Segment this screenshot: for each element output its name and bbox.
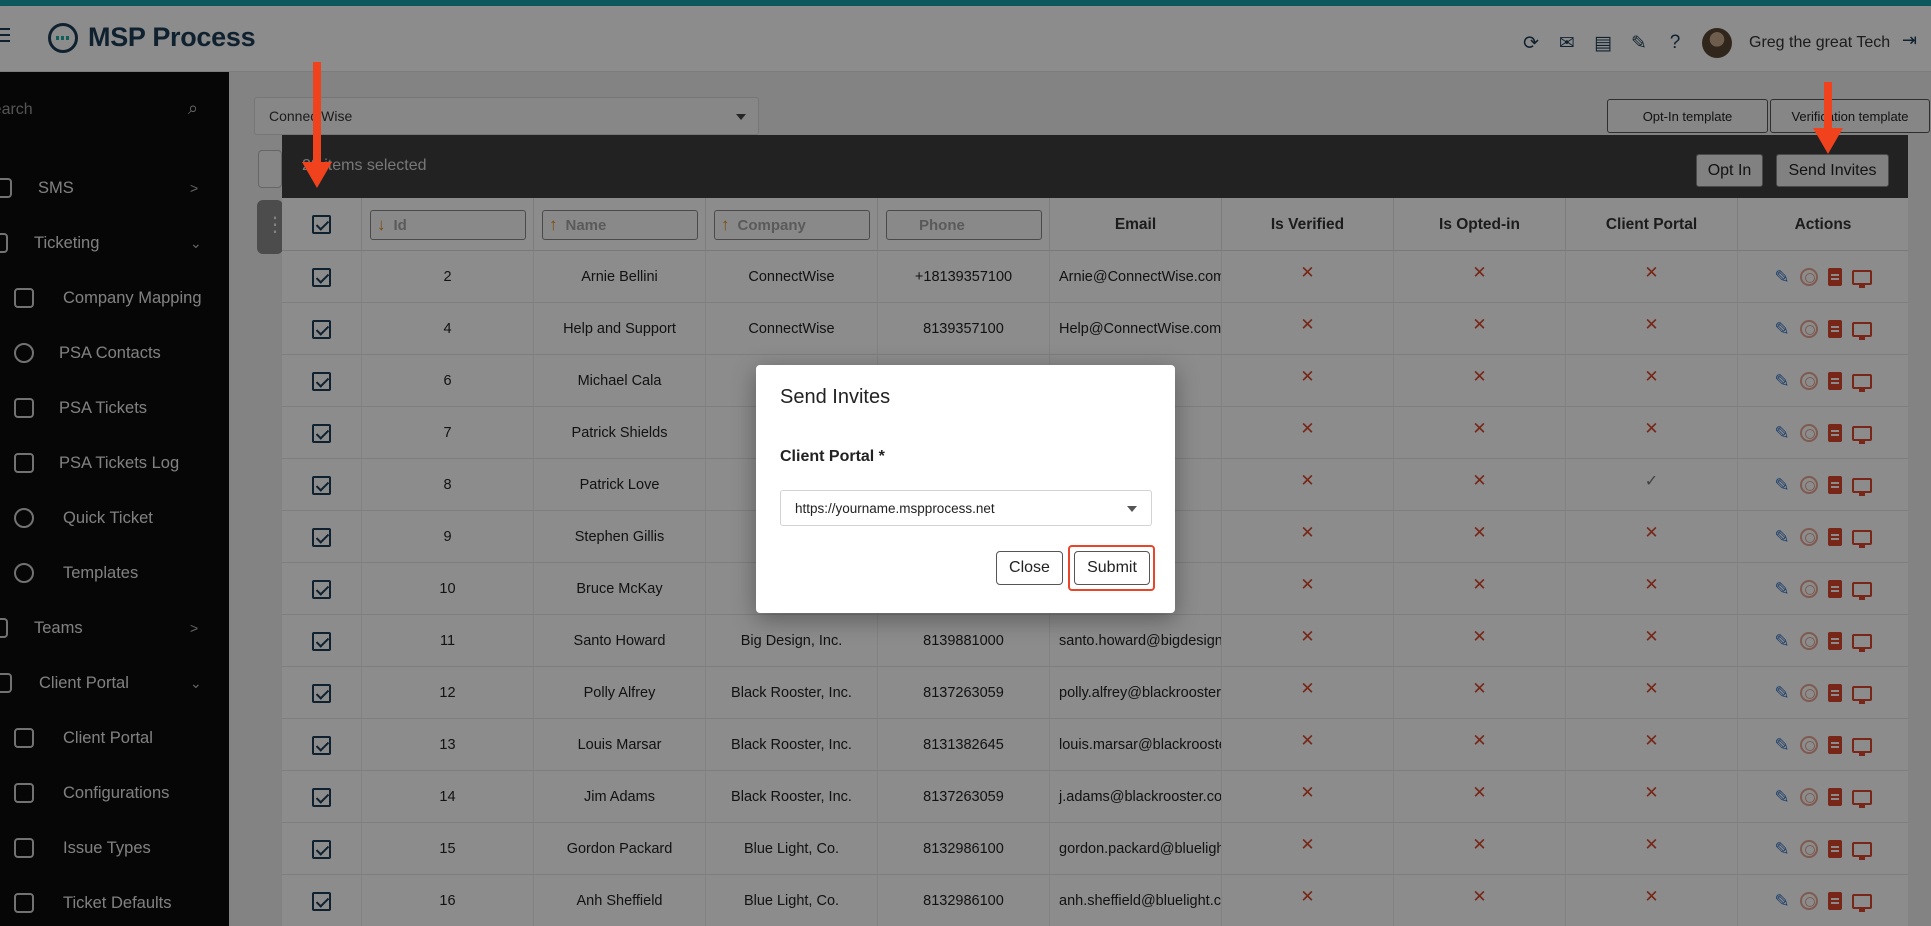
client-portal-select[interactable]: https://yourname.mspprocess.net [780,490,1152,526]
submit-button[interactable]: Submit [1074,551,1150,585]
send-invites-dialog: Send Invites Client Portal * https://you… [756,365,1175,613]
dialog-title: Send Invites [780,386,891,408]
client-portal-label: Client Portal * [780,448,885,465]
caret-down-icon [1127,506,1137,512]
close-button[interactable]: Close [996,551,1063,585]
client-portal-select-value: https://yourname.mspprocess.net [795,500,995,516]
